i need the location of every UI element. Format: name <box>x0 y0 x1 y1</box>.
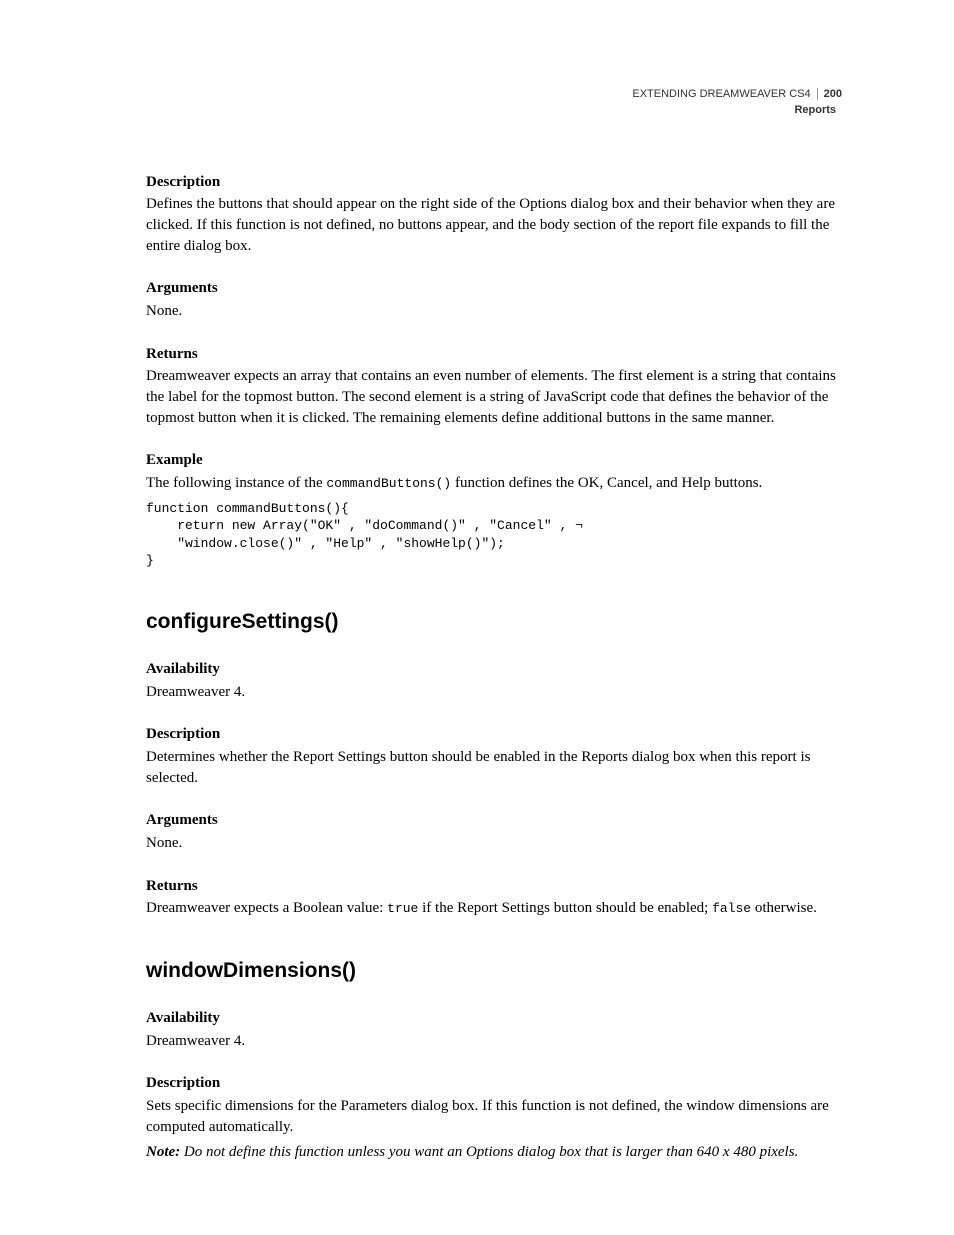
book-title: EXTENDING DREAMWEAVER CS4 <box>632 88 810 102</box>
heading-configuresettings: configureSettings() <box>146 608 842 637</box>
example-intro-code: commandButtons() <box>326 476 451 491</box>
section-name: Reports <box>146 104 842 118</box>
heading-description: Description <box>146 1073 842 1094</box>
text-description: Sets specific dimensions for the Paramet… <box>146 1096 842 1137</box>
returns-false: false <box>712 901 751 916</box>
text-returns: Dreamweaver expects an array that contai… <box>146 366 842 428</box>
text-example-intro: The following instance of the commandBut… <box>146 473 842 494</box>
heading-windowdimensions: windowDimensions() <box>146 957 842 986</box>
returns-b: if the Report Settings button should be … <box>418 900 712 916</box>
text-description: Determines whether the Report Settings b… <box>146 747 842 788</box>
returns-true: true <box>387 901 418 916</box>
text-availability: Dreamweaver 4. <box>146 1031 842 1052</box>
heading-description: Description <box>146 724 842 745</box>
note: Note: Do not define this function unless… <box>146 1142 842 1163</box>
text-arguments: None. <box>146 833 842 854</box>
note-body: Do not define this function unless you w… <box>180 1144 798 1160</box>
example-intro-a: The following instance of the <box>146 475 326 491</box>
page-number: 200 <box>817 88 842 100</box>
text-returns: Dreamweaver expects a Boolean value: tru… <box>146 898 842 919</box>
example-intro-b: function defines the OK, Cancel, and Hel… <box>451 475 762 491</box>
running-header: EXTENDING DREAMWEAVER CS4 200 Reports <box>146 88 842 118</box>
heading-description: Description <box>146 172 842 193</box>
heading-returns: Returns <box>146 344 842 365</box>
heading-returns: Returns <box>146 876 842 897</box>
heading-arguments: Arguments <box>146 810 842 831</box>
heading-arguments: Arguments <box>146 278 842 299</box>
text-arguments: None. <box>146 301 842 322</box>
note-label: Note: <box>146 1144 180 1160</box>
text-description: Defines the buttons that should appear o… <box>146 194 842 256</box>
code-block: function commandButtons(){ return new Ar… <box>146 500 842 570</box>
heading-availability: Availability <box>146 659 842 680</box>
page-content: EXTENDING DREAMWEAVER CS4 200 Reports Des… <box>0 0 954 1162</box>
returns-c: otherwise. <box>751 900 817 916</box>
heading-example: Example <box>146 450 842 471</box>
heading-availability: Availability <box>146 1008 842 1029</box>
text-availability: Dreamweaver 4. <box>146 682 842 703</box>
returns-a: Dreamweaver expects a Boolean value: <box>146 900 387 916</box>
